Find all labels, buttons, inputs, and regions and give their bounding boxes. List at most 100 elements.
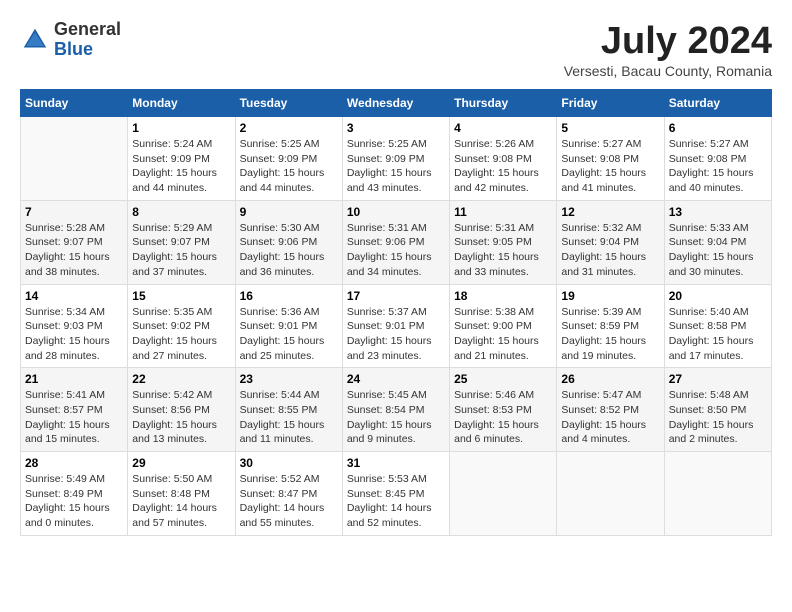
day-info: Sunrise: 5:31 AM Sunset: 9:05 PM Dayligh… (454, 221, 552, 280)
logo-blue-text: Blue (54, 40, 121, 60)
day-info: Sunrise: 5:29 AM Sunset: 9:07 PM Dayligh… (132, 221, 230, 280)
calendar-cell: 15Sunrise: 5:35 AM Sunset: 9:02 PM Dayli… (128, 284, 235, 368)
week-row-1: 7 Sunrise: 5:28 AM Sunset: 9:07 PM Daylig… (21, 200, 772, 284)
calendar-cell: 30 Sunrise: 5:52 AM Sunset: 8:47 PM Dayli… (235, 452, 342, 536)
day-number: 14 (25, 289, 123, 303)
day-info: Sunrise: 5:40 AM Sunset: 8:58 PM Dayligh… (669, 305, 767, 364)
header-day-thursday: Thursday (450, 90, 557, 117)
calendar-cell: 13 Sunrise: 5:33 AM Sunset: 9:04 PM Dayli… (664, 200, 771, 284)
week-row-2: 14Sunrise: 5:34 AM Sunset: 9:03 PM Dayli… (21, 284, 772, 368)
calendar-cell: 19 Sunrise: 5:39 AM Sunset: 8:59 PM Dayli… (557, 284, 664, 368)
calendar-cell: 21 Sunrise: 5:41 AM Sunset: 8:57 PM Dayli… (21, 368, 128, 452)
day-number: 12 (561, 205, 659, 219)
calendar-cell: 2Sunrise: 5:25 AM Sunset: 9:09 PM Daylig… (235, 117, 342, 201)
calendar-cell: 9Sunrise: 5:30 AM Sunset: 9:06 PM Daylig… (235, 200, 342, 284)
calendar-cell: 29Sunrise: 5:50 AM Sunset: 8:48 PM Dayli… (128, 452, 235, 536)
header: General Blue July 2024 Versesti, Bacau C… (20, 20, 772, 79)
day-info: Sunrise: 5:48 AM Sunset: 8:50 PM Dayligh… (669, 388, 767, 447)
day-number: 21 (25, 372, 123, 386)
day-number: 2 (240, 121, 338, 135)
day-info: Sunrise: 5:33 AM Sunset: 9:04 PM Dayligh… (669, 221, 767, 280)
day-number: 17 (347, 289, 445, 303)
week-row-3: 21 Sunrise: 5:41 AM Sunset: 8:57 PM Dayli… (21, 368, 772, 452)
day-number: 18 (454, 289, 552, 303)
logo-text: General Blue (54, 20, 121, 60)
calendar-cell: 26 Sunrise: 5:47 AM Sunset: 8:52 PM Dayli… (557, 368, 664, 452)
day-info: Sunrise: 5:37 AM Sunset: 9:01 PM Dayligh… (347, 305, 445, 364)
header-day-wednesday: Wednesday (342, 90, 449, 117)
calendar-cell: 24 Sunrise: 5:45 AM Sunset: 8:54 PM Dayli… (342, 368, 449, 452)
day-number: 26 (561, 372, 659, 386)
header-row: SundayMondayTuesdayWednesdayThursdayFrid… (21, 90, 772, 117)
week-row-4: 28 Sunrise: 5:49 AM Sunset: 8:49 PM Dayli… (21, 452, 772, 536)
day-number: 28 (25, 456, 123, 470)
day-number: 3 (347, 121, 445, 135)
day-number: 30 (240, 456, 338, 470)
header-day-monday: Monday (128, 90, 235, 117)
subtitle: Versesti, Bacau County, Romania (564, 63, 772, 79)
day-number: 19 (561, 289, 659, 303)
calendar-cell: 8 Sunrise: 5:29 AM Sunset: 9:07 PM Daylig… (128, 200, 235, 284)
day-number: 16 (240, 289, 338, 303)
calendar-header: SundayMondayTuesdayWednesdayThursdayFrid… (21, 90, 772, 117)
day-number: 6 (669, 121, 767, 135)
day-number: 7 (25, 205, 123, 219)
day-number: 20 (669, 289, 767, 303)
day-info: Sunrise: 5:32 AM Sunset: 9:04 PM Dayligh… (561, 221, 659, 280)
calendar-cell: 16Sunrise: 5:36 AM Sunset: 9:01 PM Dayli… (235, 284, 342, 368)
calendar-cell: 20 Sunrise: 5:40 AM Sunset: 8:58 PM Dayli… (664, 284, 771, 368)
calendar-cell: 1Sunrise: 5:24 AM Sunset: 9:09 PM Daylig… (128, 117, 235, 201)
day-info: Sunrise: 5:31 AM Sunset: 9:06 PM Dayligh… (347, 221, 445, 280)
day-number: 4 (454, 121, 552, 135)
day-number: 24 (347, 372, 445, 386)
calendar-cell: 25Sunrise: 5:46 AM Sunset: 8:53 PM Dayli… (450, 368, 557, 452)
page-container: General Blue July 2024 Versesti, Bacau C… (20, 20, 772, 536)
day-info: Sunrise: 5:26 AM Sunset: 9:08 PM Dayligh… (454, 137, 552, 196)
day-info: Sunrise: 5:49 AM Sunset: 8:49 PM Dayligh… (25, 472, 123, 531)
day-info: Sunrise: 5:25 AM Sunset: 9:09 PM Dayligh… (347, 137, 445, 196)
calendar-cell: 3 Sunrise: 5:25 AM Sunset: 9:09 PM Daylig… (342, 117, 449, 201)
header-day-saturday: Saturday (664, 90, 771, 117)
logo: General Blue (20, 20, 121, 60)
calendar-cell: 12 Sunrise: 5:32 AM Sunset: 9:04 PM Dayli… (557, 200, 664, 284)
calendar-cell: 11Sunrise: 5:31 AM Sunset: 9:05 PM Dayli… (450, 200, 557, 284)
calendar-cell: 31 Sunrise: 5:53 AM Sunset: 8:45 PM Dayli… (342, 452, 449, 536)
calendar-cell (664, 452, 771, 536)
calendar-cell: 6 Sunrise: 5:27 AM Sunset: 9:08 PM Daylig… (664, 117, 771, 201)
day-number: 29 (132, 456, 230, 470)
day-info: Sunrise: 5:44 AM Sunset: 8:55 PM Dayligh… (240, 388, 338, 447)
day-number: 31 (347, 456, 445, 470)
day-number: 13 (669, 205, 767, 219)
day-info: Sunrise: 5:38 AM Sunset: 9:00 PM Dayligh… (454, 305, 552, 364)
day-number: 22 (132, 372, 230, 386)
week-row-0: 1Sunrise: 5:24 AM Sunset: 9:09 PM Daylig… (21, 117, 772, 201)
day-info: Sunrise: 5:52 AM Sunset: 8:47 PM Dayligh… (240, 472, 338, 531)
logo-icon (20, 25, 50, 55)
calendar-cell: 5Sunrise: 5:27 AM Sunset: 9:08 PM Daylig… (557, 117, 664, 201)
header-day-tuesday: Tuesday (235, 90, 342, 117)
calendar-cell: 4 Sunrise: 5:26 AM Sunset: 9:08 PM Daylig… (450, 117, 557, 201)
calendar-cell: 14Sunrise: 5:34 AM Sunset: 9:03 PM Dayli… (21, 284, 128, 368)
day-info: Sunrise: 5:41 AM Sunset: 8:57 PM Dayligh… (25, 388, 123, 447)
calendar-cell: 28 Sunrise: 5:49 AM Sunset: 8:49 PM Dayli… (21, 452, 128, 536)
day-info: Sunrise: 5:45 AM Sunset: 8:54 PM Dayligh… (347, 388, 445, 447)
calendar-cell: 10 Sunrise: 5:31 AM Sunset: 9:06 PM Dayli… (342, 200, 449, 284)
day-info: Sunrise: 5:24 AM Sunset: 9:09 PM Dayligh… (132, 137, 230, 196)
day-number: 8 (132, 205, 230, 219)
day-number: 10 (347, 205, 445, 219)
day-info: Sunrise: 5:28 AM Sunset: 9:07 PM Dayligh… (25, 221, 123, 280)
calendar-cell (21, 117, 128, 201)
day-info: Sunrise: 5:46 AM Sunset: 8:53 PM Dayligh… (454, 388, 552, 447)
day-info: Sunrise: 5:27 AM Sunset: 9:08 PM Dayligh… (669, 137, 767, 196)
main-title: July 2024 (564, 20, 772, 63)
day-info: Sunrise: 5:39 AM Sunset: 8:59 PM Dayligh… (561, 305, 659, 364)
calendar-cell: 27 Sunrise: 5:48 AM Sunset: 8:50 PM Dayli… (664, 368, 771, 452)
day-number: 27 (669, 372, 767, 386)
calendar-cell (450, 452, 557, 536)
day-info: Sunrise: 5:47 AM Sunset: 8:52 PM Dayligh… (561, 388, 659, 447)
header-day-sunday: Sunday (21, 90, 128, 117)
day-number: 15 (132, 289, 230, 303)
day-info: Sunrise: 5:27 AM Sunset: 9:08 PM Dayligh… (561, 137, 659, 196)
day-info: Sunrise: 5:53 AM Sunset: 8:45 PM Dayligh… (347, 472, 445, 531)
calendar-cell: 7 Sunrise: 5:28 AM Sunset: 9:07 PM Daylig… (21, 200, 128, 284)
